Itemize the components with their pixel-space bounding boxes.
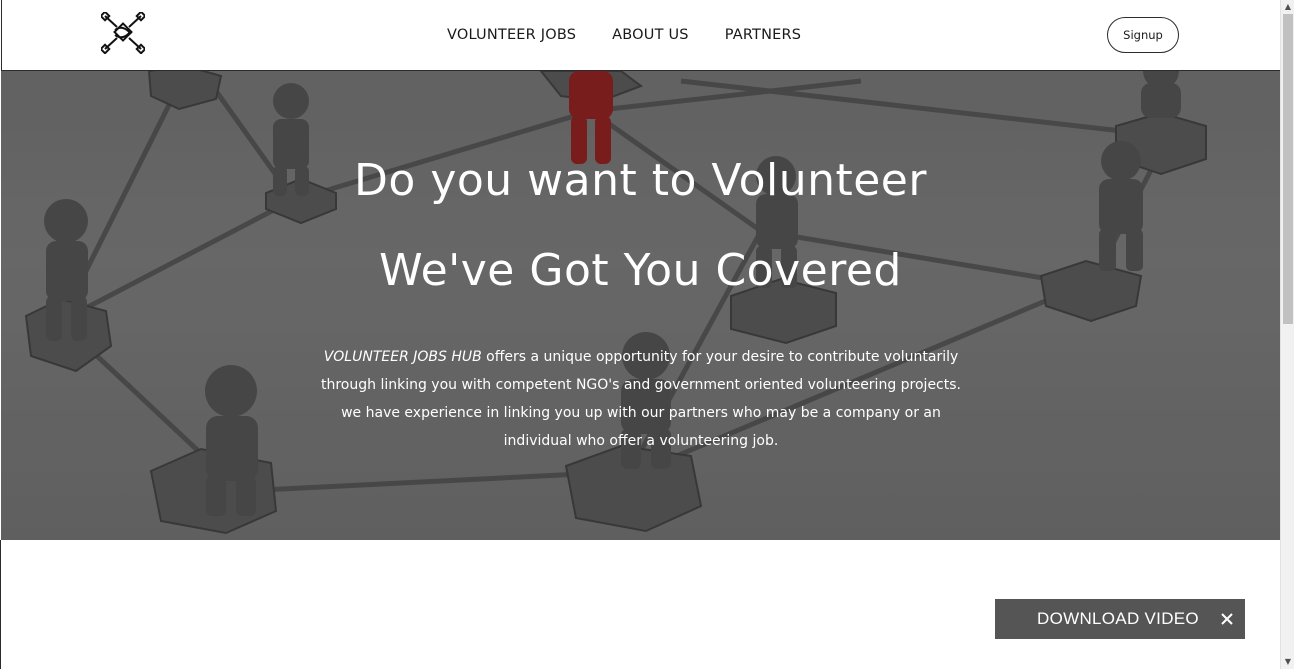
site-header: VOLUNTEER JOBS ABOUT US PARTNERS Signup xyxy=(1,0,1280,71)
scrollbar-thumb[interactable] xyxy=(1283,14,1293,324)
nav-volunteer-jobs[interactable]: VOLUNTEER JOBS xyxy=(429,24,594,46)
scroll-down-arrow-icon[interactable]: ▼ xyxy=(1281,655,1294,669)
hero-title-line-2: We've Got You Covered xyxy=(379,245,902,296)
hero-section: Do you want to Volunteer We've Got You C… xyxy=(1,71,1280,540)
nav-partners[interactable]: PARTNERS xyxy=(707,24,820,46)
page: VOLUNTEER JOBS ABOUT US PARTNERS Signup xyxy=(0,0,1294,669)
close-icon[interactable] xyxy=(1219,611,1235,627)
download-video-widget[interactable]: DOWNLOAD VIDEO xyxy=(995,599,1245,639)
hero-description: VOLUNTEER JOBS HUB offers a unique oppor… xyxy=(311,343,971,455)
page-left-border xyxy=(0,540,1,669)
download-video-label[interactable]: DOWNLOAD VIDEO xyxy=(1037,609,1199,629)
scroll-up-arrow-icon[interactable]: ▲ xyxy=(1281,0,1294,14)
volunteer-hands-logo-icon[interactable] xyxy=(99,10,147,55)
vertical-scrollbar[interactable]: ▲ ▼ xyxy=(1280,0,1294,669)
nav-about-us[interactable]: ABOUT US xyxy=(594,24,707,46)
brand-name: VOLUNTEER JOBS HUB xyxy=(323,349,482,365)
hero-overlay xyxy=(1,71,1280,540)
main-nav: VOLUNTEER JOBS ABOUT US PARTNERS xyxy=(429,24,819,46)
hero-title-line-1: Do you want to Volunteer xyxy=(354,155,927,206)
signup-button[interactable]: Signup xyxy=(1107,17,1179,53)
